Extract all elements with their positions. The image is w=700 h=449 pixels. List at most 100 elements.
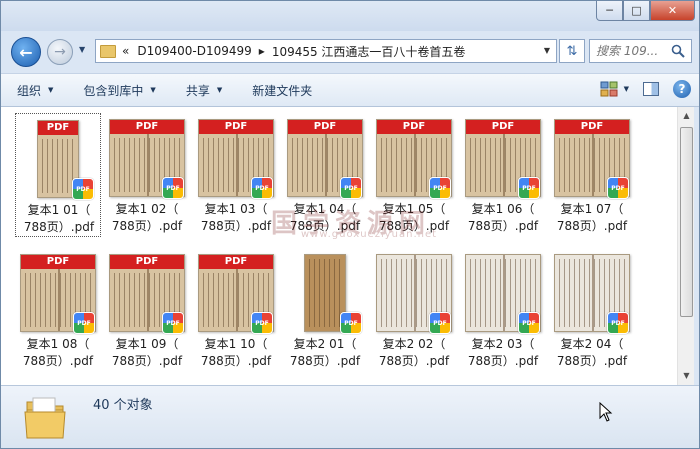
item-count: 40 个对象 — [93, 398, 153, 413]
file-item[interactable]: PDF PDF 复本1 01（ 788页）.pdf — [15, 113, 101, 237]
file-name-line: 788页）.pdf — [111, 354, 183, 368]
include-library-label: 包含到库中 — [83, 83, 144, 98]
pdf-badge-text: PDF — [433, 184, 447, 192]
close-button[interactable]: ✕ — [650, 1, 695, 21]
address-overflow[interactable]: « — [122, 44, 129, 58]
navigation-bar: ← → ▼ « D109400-D109499 ▸ 109455 江西通志一百八… — [1, 31, 699, 71]
dropdown-arrow-icon: ▼ — [150, 86, 156, 94]
share-menu[interactable]: 共享 ▼ — [182, 78, 226, 103]
search-input[interactable] — [596, 44, 670, 58]
change-view-icon[interactable] — [600, 81, 618, 97]
title-bar: ─ □ ✕ — [1, 1, 699, 31]
help-icon[interactable]: ? — [673, 80, 691, 98]
pdf-app-icon: PDF — [607, 177, 629, 199]
search-icon[interactable] — [671, 44, 685, 58]
pdf-label: PDF — [110, 120, 184, 134]
breadcrumb-separator-icon[interactable]: ▸ — [259, 44, 265, 58]
scroll-down-arrow-icon[interactable]: ▼ — [680, 369, 693, 383]
file-name-line: 复本2 02（ — [382, 337, 446, 351]
file-name-line: 788页）.pdf — [467, 354, 539, 368]
maximize-button[interactable]: □ — [623, 1, 650, 21]
file-name: 复本1 02（ 788页）.pdf — [104, 201, 190, 235]
book-spine — [503, 134, 505, 196]
file-name-line: 788页）.pdf — [289, 354, 361, 368]
pdf-badge-text: PDF — [76, 185, 90, 193]
page-text-lines — [42, 139, 74, 193]
breadcrumb-segment-2[interactable]: 109455 江西通志一百八十卷首五卷 — [272, 43, 466, 60]
pdf-badge-text: PDF — [166, 319, 180, 327]
file-name-line: 复本1 04（ — [293, 202, 357, 216]
breadcrumb-segment-1[interactable]: D109400-D109499 — [137, 44, 251, 58]
file-item[interactable]: PDF PDF 复本1 02（ 788页）.pdf — [104, 113, 190, 237]
pdf-badge-text: PDF — [344, 319, 358, 327]
pdf-badge-text: PDF — [433, 319, 447, 327]
explorer-window: ─ □ ✕ ← → ▼ « D109400-D109499 ▸ 109455 江… — [0, 0, 700, 449]
refresh-button[interactable]: ⇅ — [559, 39, 585, 63]
scroll-thumb[interactable] — [680, 127, 693, 317]
file-item[interactable]: PDF 复本2 01（ 788页）.pdf — [282, 248, 368, 372]
file-name: 复本1 09（ 788页）.pdf — [104, 336, 190, 370]
file-name: 复本2 01（ 788页）.pdf — [282, 336, 368, 370]
file-item[interactable]: PDF PDF 复本1 03（ 788页）.pdf — [193, 113, 279, 237]
search-box[interactable] — [589, 39, 692, 63]
file-name-line: 788页）.pdf — [22, 354, 94, 368]
back-button[interactable]: ← — [11, 37, 41, 67]
address-bar[interactable]: « D109400-D109499 ▸ 109455 江西通志一百八十卷首五卷 … — [95, 39, 557, 63]
book-spine — [592, 134, 594, 196]
pdf-badge-text: PDF — [77, 319, 91, 327]
pdf-badge-text: PDF — [255, 319, 269, 327]
book-spine — [325, 134, 327, 196]
share-label: 共享 — [185, 83, 210, 98]
file-name-line: 复本1 10（ — [204, 337, 268, 351]
file-name-line: 复本1 01（ — [27, 203, 91, 217]
pdf-app-icon: PDF — [251, 177, 273, 199]
recent-pages-dropdown[interactable]: ▼ — [79, 45, 85, 54]
file-name-line: 复本1 03（ — [204, 202, 268, 216]
minimize-button[interactable]: ─ — [596, 1, 623, 21]
file-item[interactable]: PDF 复本2 02（ 788页）.pdf — [371, 248, 457, 372]
file-name-line: 复本1 06（ — [471, 202, 535, 216]
pdf-badge-text: PDF — [344, 184, 358, 192]
file-item[interactable]: PDF PDF 复本1 06（ 788页）.pdf — [460, 113, 546, 237]
dropdown-arrow-icon: ▼ — [216, 86, 223, 94]
file-item[interactable]: PDF PDF 复本1 05（ 788页）.pdf — [371, 113, 457, 237]
file-item[interactable]: PDF PDF 复本1 10（ 788页）.pdf — [193, 248, 279, 372]
file-name-line: 788页）.pdf — [556, 219, 628, 233]
file-item[interactable]: PDF 复本2 04（ 788页）.pdf — [549, 248, 635, 372]
file-name-line: 788页）.pdf — [200, 219, 272, 233]
new-folder-label: 新建文件夹 — [252, 83, 313, 98]
file-name-line: 788页）.pdf — [289, 219, 361, 233]
address-history-dropdown[interactable]: ▼ — [544, 46, 550, 55]
pdf-app-icon: PDF — [162, 177, 184, 199]
file-name-line: 复本1 07（ — [560, 202, 624, 216]
scroll-up-arrow-icon[interactable]: ▲ — [680, 109, 693, 123]
file-item[interactable]: PDF PDF 复本1 09（ 788页）.pdf — [104, 248, 190, 372]
file-name: 复本1 04（ 788页）.pdf — [282, 201, 368, 235]
pdf-badge-text: PDF — [166, 184, 180, 192]
file-name: 复本2 03（ 788页）.pdf — [460, 336, 546, 370]
new-folder-button[interactable]: 新建文件夹 — [248, 78, 316, 103]
book-spine — [236, 269, 238, 331]
file-item[interactable]: PDF PDF 复本1 08（ 788页）.pdf — [15, 248, 101, 372]
book-spine — [58, 269, 60, 331]
pdf-label: PDF — [199, 120, 273, 134]
pdf-label: PDF — [288, 120, 362, 134]
preview-pane-icon[interactable] — [643, 82, 659, 96]
forward-arrow-icon: → — [54, 44, 66, 60]
file-item[interactable]: PDF PDF 复本1 07（ 788页）.pdf — [549, 113, 635, 237]
pdf-badge-text: PDF — [522, 319, 536, 327]
pdf-app-icon: PDF — [72, 178, 94, 200]
book-spine — [414, 134, 416, 196]
file-item[interactable]: PDF 复本2 03（ 788页）.pdf — [460, 248, 546, 372]
file-name: 复本1 10（ 788页）.pdf — [193, 336, 279, 370]
view-dropdown-arrow-icon[interactable]: ▼ — [624, 85, 629, 93]
file-list[interactable]: PDF PDF 复本1 01（ 788页）.pdf PDF PDF 复本1 02（ 788页）… — [1, 107, 677, 385]
forward-button[interactable]: → — [47, 39, 73, 65]
vertical-scrollbar[interactable]: ▲ ▼ — [677, 107, 694, 385]
file-name-line: 788页）.pdf — [378, 354, 450, 368]
command-bar: 组织 ▼ 包含到库中 ▼ 共享 ▼ 新建文件夹 ▼ ? — [1, 73, 699, 107]
file-item[interactable]: PDF PDF 复本1 04（ 788页）.pdf — [282, 113, 368, 237]
organize-menu[interactable]: 组织 ▼ — [13, 78, 57, 103]
include-in-library-menu[interactable]: 包含到库中 ▼ — [79, 78, 159, 103]
pdf-app-icon: PDF — [518, 312, 540, 334]
